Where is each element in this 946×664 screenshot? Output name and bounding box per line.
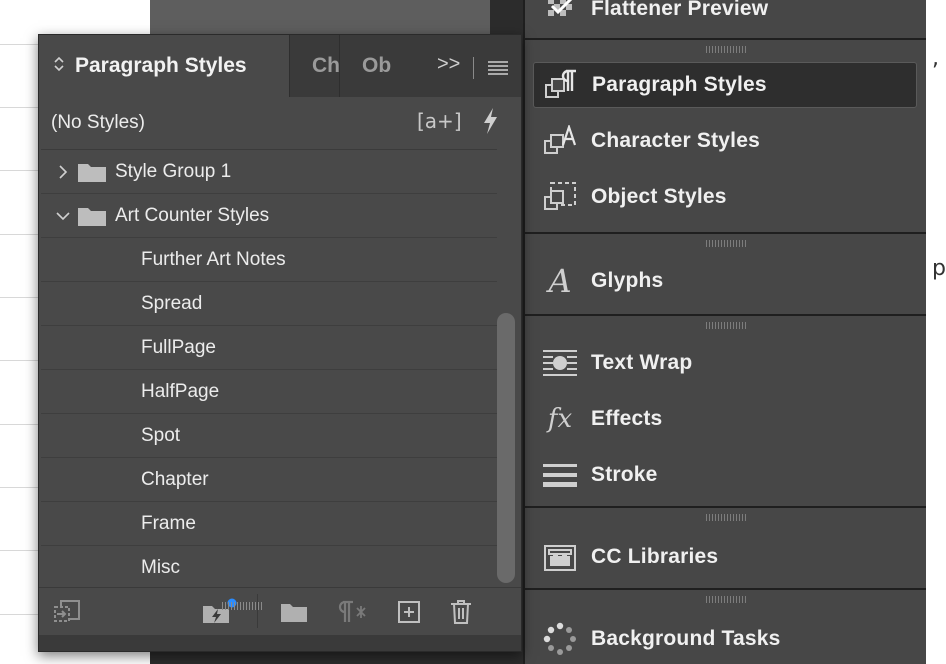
dock-group-grip[interactable] — [705, 240, 746, 247]
dock-group-background-tasks: Background Tasks — [525, 590, 926, 664]
tab-divider — [473, 57, 474, 79]
document-text-fragment: , — [932, 46, 939, 71]
list-item[interactable]: FullPage — [41, 326, 497, 370]
list-item-label: Frame — [141, 512, 196, 534]
cc-libraries-icon — [537, 534, 583, 580]
clear-overrides-icon[interactable] — [333, 598, 369, 626]
dock-item-character-styles[interactable]: Character Styles — [533, 118, 917, 164]
tab-label: Paragraph Styles — [75, 54, 247, 77]
dock-item-text-wrap[interactable]: Text Wrap — [533, 340, 917, 386]
panel-footer — [39, 587, 521, 635]
dock-group-appearance: Text Wrap fx Effects Stroke — [525, 316, 926, 506]
background-tasks-icon — [537, 616, 583, 662]
panel-bottom-bar — [39, 635, 521, 651]
dock-label: Effects — [591, 407, 663, 430]
dock-group-flattener: Flattener Preview — [525, 0, 926, 38]
tab-character-styles[interactable]: Ch — [289, 35, 339, 97]
pasteboard-gray — [150, 0, 490, 34]
list-item[interactable]: Spot — [41, 414, 497, 458]
folder-icon — [77, 161, 107, 183]
text-wrap-icon — [537, 340, 583, 386]
tab-overflow-button[interactable]: >> — [437, 53, 460, 76]
panel-menu-icon[interactable] — [487, 61, 509, 75]
list-item-label: Style Group 1 — [115, 160, 232, 182]
paragraph-styles-panel: Paragraph Styles Ch Ob >> (No Styles) [a… — [38, 34, 522, 652]
tab-label: Ch — [312, 54, 339, 77]
list-item-label: HalfPage — [141, 380, 220, 402]
document-right-edge: , p — [926, 0, 946, 664]
tab-label: Ob — [362, 54, 391, 77]
load-styles-icon[interactable] — [53, 598, 81, 626]
quick-apply-icon[interactable] — [481, 107, 499, 140]
delete-icon[interactable] — [447, 598, 475, 626]
expand-chevron-icon[interactable] — [49, 164, 77, 179]
dock-group-grip[interactable] — [705, 322, 746, 329]
dock-group-grip[interactable] — [705, 514, 746, 521]
panel-dock: Flattener Preview Paragraph Styles Chara… — [523, 0, 926, 664]
list-item-label: Spot — [141, 424, 181, 446]
paragraph-styles-icon — [538, 62, 584, 108]
effects-icon: fx — [547, 404, 573, 434]
dock-group-libraries: CC Libraries — [525, 508, 926, 588]
list-item-label: Misc — [141, 557, 181, 578]
flattener-preview-icon — [537, 0, 583, 32]
new-style-from-selection-button[interactable]: [a+] — [417, 109, 462, 133]
dock-label: Flattener Preview — [591, 0, 769, 20]
list-item-label: Chapter — [141, 468, 209, 490]
new-group-icon[interactable] — [279, 598, 309, 626]
dock-label: Background Tasks — [591, 627, 781, 650]
dock-item-object-styles[interactable]: Object Styles — [533, 174, 917, 220]
list-item-art-counter-styles[interactable]: Art Counter Styles — [41, 194, 497, 238]
panel-tab-bar: Paragraph Styles Ch Ob >> — [39, 35, 521, 97]
folder-icon — [77, 205, 107, 227]
collapse-chevron-icon[interactable] — [49, 211, 77, 221]
dock-item-paragraph-styles[interactable]: Paragraph Styles — [533, 62, 917, 108]
list-item[interactable]: Further Art Notes — [41, 238, 497, 282]
dock-item-background-tasks[interactable]: Background Tasks — [533, 616, 917, 662]
list-item-style-group-1[interactable]: Style Group 1 — [41, 150, 497, 194]
dock-group-styles: Paragraph Styles Character Styles Object… — [525, 40, 926, 232]
dock-label: Text Wrap — [591, 351, 693, 374]
no-styles-row[interactable]: (No Styles) [a+] — [39, 97, 521, 149]
character-styles-icon — [537, 118, 583, 164]
collapse-toggle-icon[interactable] — [53, 55, 65, 78]
scrollbar-thumb[interactable] — [497, 313, 515, 583]
stroke-icon — [537, 452, 583, 498]
list-item[interactable]: Spread — [41, 282, 497, 326]
dock-item-flattener-preview[interactable]: Flattener Preview — [533, 0, 917, 32]
list-item[interactable]: Chapter — [41, 458, 497, 502]
dock-item-glyphs[interactable]: A Glyphs — [533, 258, 917, 304]
dock-item-effects[interactable]: fx Effects — [533, 396, 917, 442]
dock-label: Character Styles — [591, 129, 760, 152]
dock-group-glyphs: A Glyphs — [525, 234, 926, 314]
dock-label: Glyphs — [591, 269, 664, 292]
list-item-label: Art Counter Styles — [115, 204, 270, 226]
no-styles-label: (No Styles) — [51, 112, 145, 133]
tab-object-styles[interactable]: Ob — [339, 35, 391, 97]
dock-item-stroke[interactable]: Stroke — [533, 452, 917, 498]
dock-label: Paragraph Styles — [592, 73, 767, 96]
list-item[interactable]: Misc — [41, 546, 497, 590]
object-styles-icon — [537, 174, 583, 220]
list-item[interactable]: Frame — [41, 502, 497, 546]
list-item-label: Further Art Notes — [141, 248, 286, 270]
list-item-label: Spread — [141, 292, 203, 314]
glyphs-icon: A — [548, 262, 572, 300]
tab-paragraph-styles[interactable]: Paragraph Styles — [39, 35, 289, 97]
footer-divider — [257, 594, 258, 628]
dock-group-grip[interactable] — [705, 46, 746, 53]
dock-item-cc-libraries[interactable]: CC Libraries — [533, 534, 917, 580]
new-style-icon[interactable] — [395, 598, 423, 626]
dock-label: Object Styles — [591, 185, 727, 208]
document-text-fragment: p — [932, 256, 946, 281]
dock-group-grip[interactable] — [705, 596, 746, 603]
list-item-label: FullPage — [141, 336, 216, 358]
list-item[interactable]: HalfPage — [41, 370, 497, 414]
style-list: Style Group 1 Art Counter Styles Further… — [41, 149, 497, 587]
panel-resize-grip[interactable] — [222, 602, 262, 610]
dock-label: Stroke — [591, 463, 658, 486]
dock-label: CC Libraries — [591, 545, 719, 568]
